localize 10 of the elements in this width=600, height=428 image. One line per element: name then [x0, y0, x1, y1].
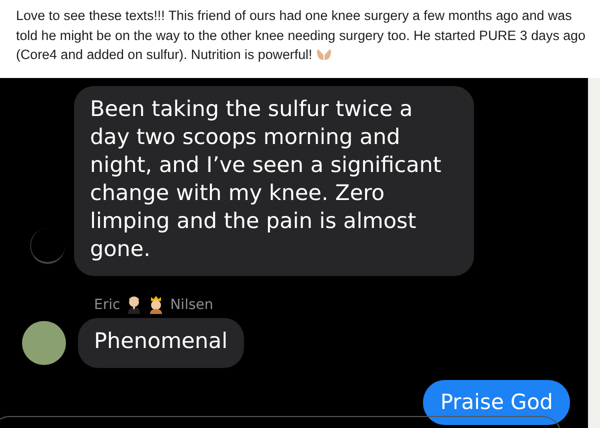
prince-emoji-icon [148, 296, 164, 314]
photo-placeholder [22, 321, 66, 365]
sent-message-bubble: Praise God [423, 380, 570, 425]
caption-text: Love to see these texts!!! This friend of ours had one knee surgery a few months ago and was told he might be on the way to the other knee needing surgery too. He started PURE 3 days ago (Core4 and added on sulfur). Nutrition is powerful! [16, 8, 586, 62]
message-bubble: Phenomenal [78, 318, 244, 368]
message-bubble: Been taking the sulfur twice a day two scoops morning and night, and I’ve seen a significant change with my knee. Zero limping and the pain is almost gone. [74, 86, 474, 276]
open-hands-icon [316, 47, 332, 61]
sender-last-name: Nilsen [170, 297, 214, 313]
sender-first-name: Eric [94, 297, 120, 313]
groom-emoji-icon [126, 296, 142, 314]
